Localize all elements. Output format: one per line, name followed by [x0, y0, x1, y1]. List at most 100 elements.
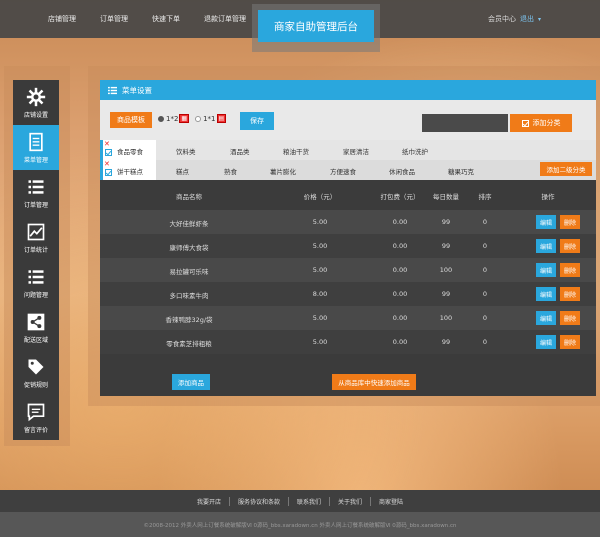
tab-subcategory[interactable]: 薯片膨化 [270, 166, 296, 176]
list-icon [108, 86, 117, 94]
delete-button[interactable]: 删除 [560, 311, 580, 325]
sidebar-item-promotion-rules[interactable]: 促销规则 [13, 350, 59, 395]
edit-button[interactable]: 编辑 [536, 239, 556, 253]
add-from-library-button[interactable]: 从商品库中快速添加商品 [332, 374, 416, 390]
close-icon[interactable]: ✕ [104, 160, 110, 168]
brand-frame: 商家自助管理后台 [252, 4, 380, 52]
add-goods-button[interactable]: 添加商品 [172, 374, 210, 390]
close-icon[interactable]: ✕ [104, 140, 110, 148]
column-header-price: 价格（元） [303, 193, 337, 201]
chart-icon [27, 223, 45, 240]
sidebar-item-order-management[interactable]: 订单管理 [13, 170, 59, 215]
comment-icon [27, 403, 45, 421]
tab-subcategory[interactable]: 糕点 [176, 166, 189, 176]
menu-settings-panel: 菜单设置 商品模板 1*2 ▦ 1*1 ▤ 保存 添加分类 ✕ 食品零食 饮料类… [100, 80, 596, 396]
checkbox-icon[interactable] [105, 149, 112, 156]
goods-table-body: 大好佳鲜虾条 5.00 0.00 99 0 编辑 删除 康师傅大食袋 5.00 0… [100, 210, 596, 354]
tab-subcategory[interactable]: 糖果巧克 [448, 166, 474, 176]
layout-radio-1x1[interactable] [195, 115, 202, 122]
sidebar-item-label: 留言评价 [23, 426, 48, 434]
layout-radio-1x2-label: 1*2 [166, 114, 179, 123]
topnav-orders[interactable]: 订单管理 [100, 14, 128, 24]
tab-subcategory[interactable]: 熟食 [224, 166, 237, 176]
goods-template-button[interactable]: 商品模板 [110, 112, 152, 128]
panel-header: 菜单设置 [100, 80, 596, 100]
add-category-button[interactable]: 添加分类 [510, 114, 572, 132]
save-button[interactable]: 保存 [240, 112, 274, 130]
chevron-down-icon[interactable]: ▾ [538, 16, 541, 23]
cell-price: 5.00 [312, 338, 328, 346]
table-row: 香辣鸭脖32g/袋 5.00 0.00 100 0 编辑 删除 [100, 306, 596, 330]
tab-subcategory[interactable]: 休闲食品 [389, 166, 415, 176]
column-header-daily-qty: 每日数量 [433, 193, 459, 201]
edit-button[interactable]: 编辑 [536, 263, 556, 277]
footer-link-open-shop[interactable]: 我要开店 [189, 496, 230, 506]
tab-category[interactable]: 饮料类 [176, 146, 196, 156]
delete-button[interactable]: 删除 [560, 263, 580, 277]
delete-button[interactable]: 删除 [560, 287, 580, 301]
table-row: 多口味素牛肉 8.00 0.00 99 0 编辑 删除 [100, 282, 596, 306]
topnav-quick-order[interactable]: 快速下单 [152, 14, 180, 24]
sidebar-item-label: 配送区域 [23, 336, 48, 344]
copyright: ©2008-2012 外卖人网上订餐系统破解版Ⅵ 0源码_bbs.xaradow… [0, 512, 600, 537]
row-actions: 编辑 删除 [536, 239, 584, 253]
category-search-input[interactable] [422, 114, 508, 132]
edit-button[interactable]: 编辑 [536, 335, 556, 349]
edit-button[interactable]: 编辑 [536, 215, 556, 229]
panel-title: 菜单设置 [122, 85, 152, 95]
edit-button[interactable]: 编辑 [536, 287, 556, 301]
cell-daily-qty: 99 [441, 242, 451, 250]
cell-sort: 0 [482, 242, 488, 250]
row-actions: 编辑 删除 [536, 263, 584, 277]
tab-subcategory[interactable]: 方便速食 [330, 166, 356, 176]
sidebar-item-order-stats[interactable]: 订单统计 [13, 215, 59, 260]
layout-radio-1x2[interactable] [158, 115, 164, 122]
delete-button[interactable]: 删除 [560, 239, 580, 253]
sidebar-item-label: 订单统计 [23, 246, 48, 254]
column-header-actions: 操作 [541, 193, 555, 201]
topnav-refunds[interactable]: 退款订单管理 [204, 14, 246, 24]
cell-name: 多口味素牛肉 [169, 292, 209, 300]
table-row: 大好佳鲜虾条 5.00 0.00 99 0 编辑 删除 [100, 210, 596, 234]
cell-name: 零食素芝排粗粮 [166, 340, 212, 348]
sidebar: 店铺设置 菜单管理 订单管理 订单统计 问题管理 配送区域 促销规则 留言评价 [13, 80, 59, 440]
sidebar-item-shop-settings[interactable]: 店铺设置 [13, 80, 59, 125]
footer-link-contact[interactable]: 联系我们 [289, 496, 330, 506]
cell-daily-qty: 100 [439, 266, 453, 274]
cell-daily-qty: 99 [441, 218, 451, 226]
sidebar-item-delivery-area[interactable]: 配送区域 [13, 305, 59, 350]
cell-price: 8.00 [312, 290, 328, 298]
tab-category-selected[interactable]: ✕ 食品零食 [100, 140, 156, 160]
cell-name: 大好佳鲜虾条 [169, 220, 209, 228]
sidebar-item-reviews[interactable]: 留言评价 [13, 395, 59, 440]
sidebar-item-issue-management[interactable]: 问题管理 [13, 260, 59, 305]
member-center-link[interactable]: 会员中心 [488, 15, 516, 23]
edit-button[interactable]: 编辑 [536, 311, 556, 325]
sidebar-item-menu-management[interactable]: 菜单管理 [13, 125, 59, 170]
tab-category[interactable]: 粮油干货 [283, 146, 309, 156]
share-icon [27, 313, 45, 330]
sidebar-item-label: 促销规则 [23, 381, 48, 389]
sidebar-item-label: 菜单管理 [23, 156, 48, 164]
logout-link[interactable]: 退出 [520, 15, 534, 23]
footer-link-terms[interactable]: 服务协议和条款 [230, 496, 289, 506]
cell-sort: 0 [482, 266, 488, 274]
tab-subcategory-label: 饼干糕点 [117, 168, 143, 176]
checkbox-icon[interactable] [105, 169, 112, 176]
delete-button[interactable]: 删除 [560, 215, 580, 229]
footer-link-merchant-login[interactable]: 商家登陆 [371, 497, 411, 506]
tab-subcategory-selected[interactable]: ✕ 饼干糕点 [100, 160, 156, 180]
topnav-shop[interactable]: 店铺管理 [48, 14, 76, 24]
category-tabs: ✕ 食品零食 饮料类 酒品类 粮油干货 家居清洁 纸巾洗护 [100, 140, 596, 160]
tab-category[interactable]: 家居清洁 [343, 146, 369, 156]
tab-category[interactable]: 酒品类 [230, 146, 250, 156]
delete-button[interactable]: 删除 [560, 335, 580, 349]
cell-sort: 0 [482, 314, 488, 322]
row-actions: 编辑 删除 [536, 215, 584, 229]
subcategory-tabs: ✕ 饼干糕点 糕点 熟食 薯片膨化 方便速食 休闲食品 糖果巧克 添加二级分类 [100, 160, 596, 180]
add-subcategory-button[interactable]: 添加二级分类 [540, 162, 592, 176]
footer-link-about[interactable]: 关于我们 [330, 496, 372, 506]
cell-price: 5.00 [312, 218, 328, 226]
tab-category[interactable]: 纸巾洗护 [402, 146, 428, 156]
page-title: 商家自助管理后台 [258, 10, 374, 42]
